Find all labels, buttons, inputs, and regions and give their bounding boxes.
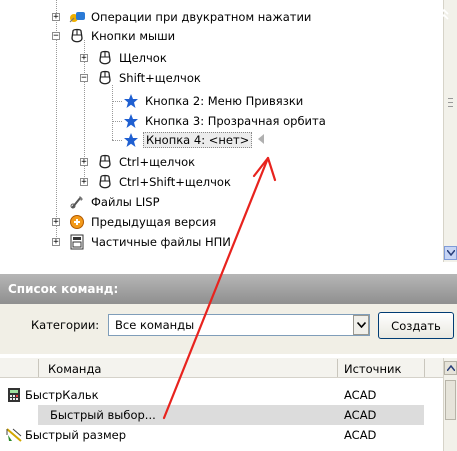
tree-item-click[interactable]: Щелчок [96,49,169,67]
collapse-chevron-icon[interactable] [439,8,449,21]
calculator-icon [6,387,22,403]
tree-item-button-2[interactable]: Кнопка 2: Меню Привязки [122,92,305,110]
tree-item-button-3[interactable]: Кнопка 3: Прозрачная орбита [122,112,328,130]
mouse-icon [96,50,114,66]
expand-plus-icon[interactable]: + [52,238,60,247]
column-header-source[interactable]: Источник [344,362,401,376]
mouse-icon [96,154,114,170]
tree-item-label: Shift+щелчок [119,71,201,85]
collapse-minus-icon[interactable]: − [52,32,60,41]
command-name: Быстрый выбор... [50,408,156,422]
tree-item-ctrl-click[interactable]: Ctrl+щелчок [96,153,197,171]
category-label: Категории: [31,318,100,332]
tree-item-lisp-files[interactable]: Файлы LISP [68,193,162,211]
command-source: ACAD [344,388,377,402]
tree-connector [112,85,113,140]
tree-item-double-click[interactable]: Операции при двукратном нажатии [68,8,313,26]
expand-plus-icon[interactable]: + [52,218,60,227]
lisp-icon [68,194,86,210]
command-source: ACAD [344,408,377,422]
tree-item-label: Операции при двукратном нажатии [91,10,312,24]
quick-dimension-icon [6,427,22,443]
create-button[interactable]: Создать [378,312,454,339]
tree-connector [112,101,122,102]
column-separator [337,359,338,377]
tree-item-label: Файлы LISP [91,195,160,209]
star-icon [122,132,140,148]
tree-item-label: Предыдущая версия [91,215,217,229]
command-name: Быстрый размер [25,428,127,442]
star-icon [122,93,140,109]
scroll-up-button[interactable] [444,361,457,375]
tree-item-label: Щелчок [119,51,167,65]
scroll-down-button[interactable] [444,246,457,260]
tree-item-label: Кнопка 2: Меню Привязки [145,94,304,108]
tree-connector [112,121,122,122]
table-scrollbar[interactable] [443,358,457,451]
expand-plus-icon[interactable]: + [80,178,88,187]
category-select-value: Все команды [115,318,195,332]
mouse-icon [96,70,114,86]
expand-plus-icon[interactable]: + [52,13,60,22]
tree-item-label: Ctrl+щелчок [119,155,196,169]
tree-item-partial-cui[interactable]: Частичные файлы НПИ [68,233,233,251]
tree-item-ctrl-shift-click[interactable]: Ctrl+Shift+щелчок [96,173,233,191]
tree-item-shift-click[interactable]: Shift+щелчок [96,69,203,87]
chevron-down-icon [356,322,366,328]
previous-version-icon [68,214,86,230]
column-separator [424,359,425,377]
mouse-icon [96,174,114,190]
customization-tree: + Операции при двукратном нажатии − Кноп… [0,0,443,262]
star-icon [122,113,140,129]
tree-connector [112,140,122,141]
tree-scrollbar[interactable] [443,0,457,262]
tree-item-button-4[interactable]: Кнопка 4: <нет> [122,131,265,149]
expand-plus-icon[interactable]: + [80,158,88,167]
command-name: БыстрКальк [25,388,99,402]
double-click-icon [68,9,86,25]
dropdown-button[interactable] [353,315,369,335]
table-row[interactable]: БыстрКальк ACAD [0,385,443,405]
tree-item-label: Кнопка 4: <нет> [143,132,253,148]
column-separator [38,359,39,377]
table-row[interactable]: Быстрый выбор... ACAD [0,405,443,425]
table-row[interactable]: Быстрый размер ACAD [0,425,443,445]
create-button-label: Создать [391,318,441,333]
drag-handle-icon [257,133,265,147]
tree-item-previous-version[interactable]: Предыдущая версия [68,213,218,231]
command-source: ACAD [344,428,377,442]
expand-plus-icon[interactable]: + [80,54,88,63]
tree-item-label: Кнопка 3: Прозрачная орбита [145,114,326,128]
tree-item-mouse-buttons[interactable]: Кнопки мыши [68,27,177,45]
command-list-header[interactable]: Список команд: [0,274,457,304]
collapse-minus-icon[interactable]: − [80,74,88,83]
mouse-icon [68,28,86,44]
tree-item-label: Частичные файлы НПИ [91,235,231,249]
scroll-thumb[interactable] [445,380,456,420]
panel-title: Список команд: [8,282,119,296]
tree-item-label: Ctrl+Shift+щелчок [119,175,231,189]
column-header-command[interactable]: Команда [48,362,101,376]
cui-file-icon [68,234,86,250]
tree-item-label: Кнопки мыши [91,29,176,43]
